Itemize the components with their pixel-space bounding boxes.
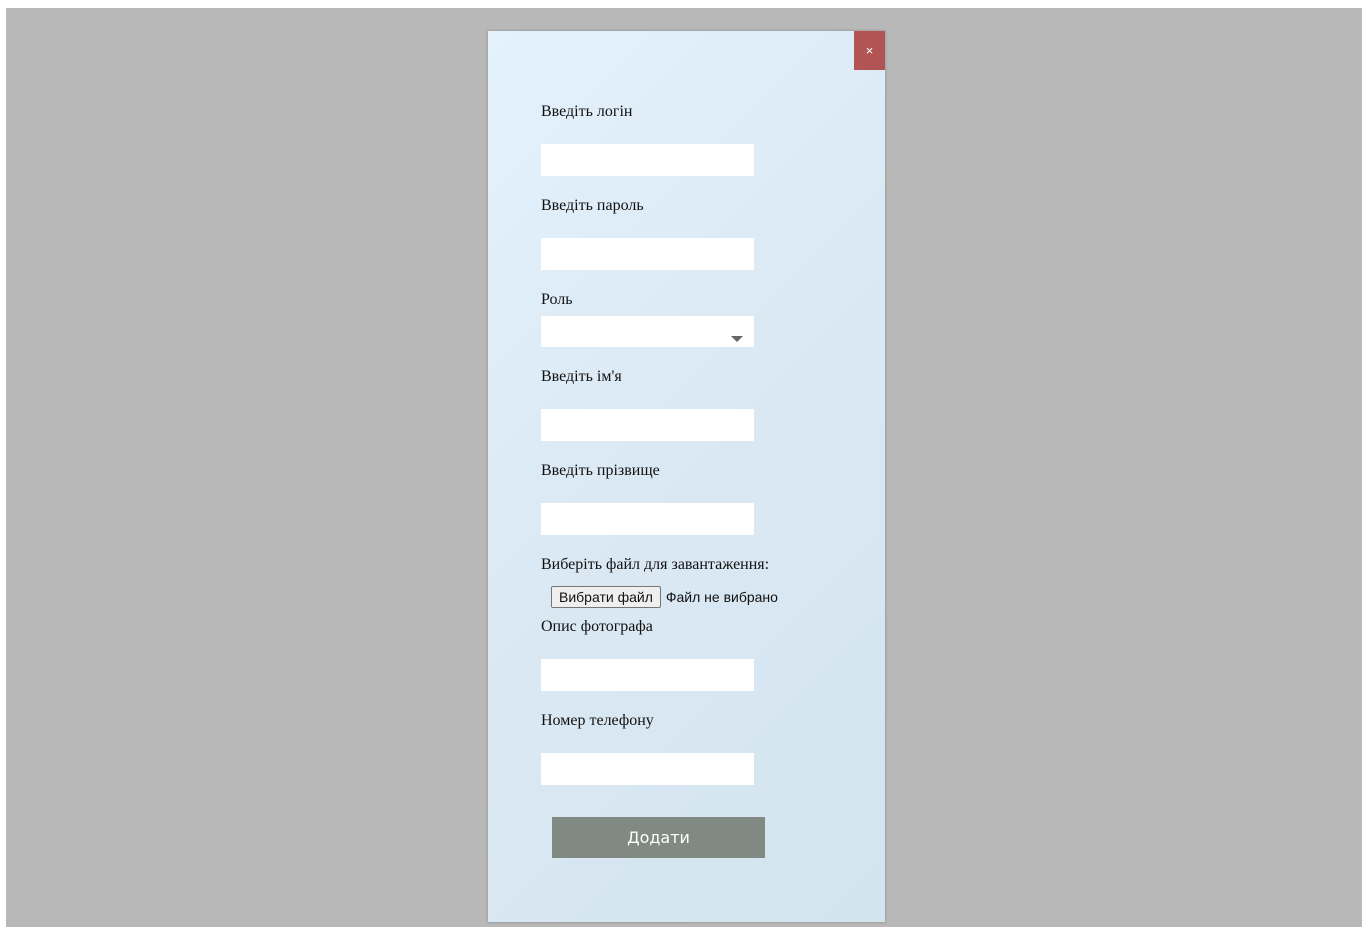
- add-user-modal: × Введіть логін Введіть пароль Роль Введ…: [488, 31, 885, 922]
- photo-description-label: Опис фотографа: [541, 618, 653, 635]
- choose-file-button[interactable]: Вибрати файл: [551, 586, 661, 608]
- login-label: Введіть логін: [541, 103, 633, 120]
- last-name-input[interactable]: [541, 503, 754, 535]
- first-name-input[interactable]: [541, 409, 754, 441]
- role-label: Роль: [541, 291, 573, 308]
- file-picker: Вибрати файл Файл не вибрано: [551, 586, 778, 608]
- role-select[interactable]: [541, 316, 754, 347]
- chevron-down-icon: [731, 336, 743, 342]
- login-input[interactable]: [541, 144, 754, 176]
- phone-label: Номер телефону: [541, 712, 654, 729]
- file-status: Файл не вибрано: [665, 589, 778, 605]
- photo-description-input[interactable]: [541, 659, 754, 691]
- file-label: Виберіть файл для завантаження:: [541, 556, 770, 573]
- close-icon: ×: [865, 43, 874, 58]
- last-name-label: Введіть прізвище: [541, 462, 660, 479]
- password-input[interactable]: [541, 238, 754, 270]
- add-button[interactable]: Додати: [552, 817, 765, 858]
- password-label: Введіть пароль: [541, 197, 644, 214]
- close-button[interactable]: ×: [854, 31, 885, 70]
- phone-input[interactable]: [541, 753, 754, 785]
- first-name-label: Введіть ім'я: [541, 368, 622, 385]
